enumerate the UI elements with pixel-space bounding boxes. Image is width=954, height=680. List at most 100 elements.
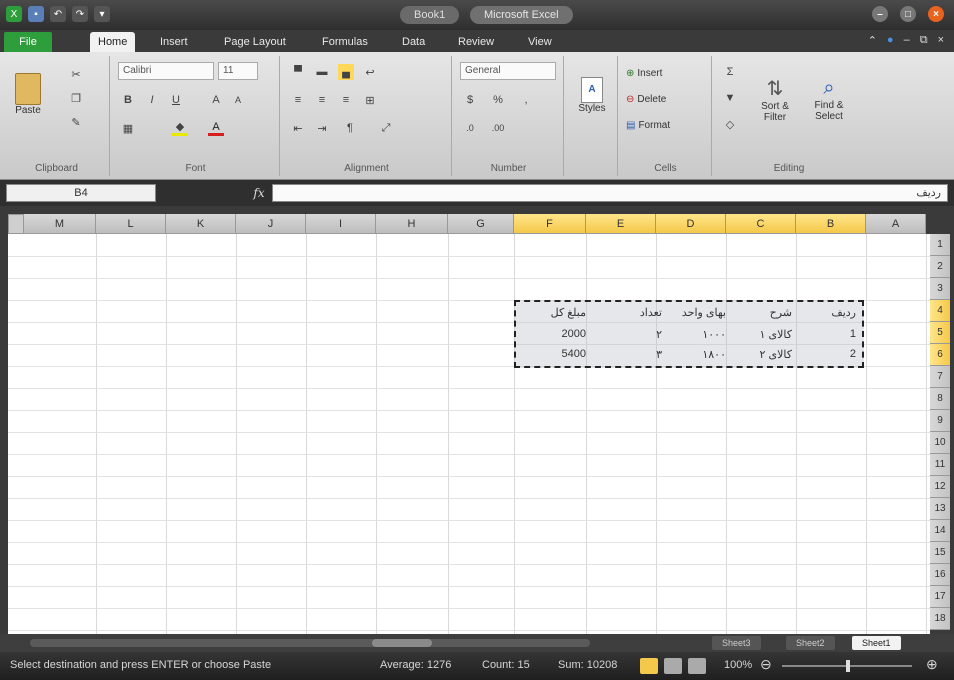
column-header-l[interactable]: L bbox=[96, 214, 166, 234]
column-header-m[interactable]: M bbox=[24, 214, 96, 234]
tab-insert[interactable]: Insert bbox=[152, 32, 196, 52]
copy-icon[interactable]: ❐ bbox=[68, 90, 84, 106]
tab-data[interactable]: Data bbox=[394, 32, 433, 52]
cut-icon[interactable]: ✂ bbox=[68, 66, 84, 82]
redo-icon[interactable]: ↷ bbox=[72, 6, 88, 22]
row-header-5[interactable]: 5 bbox=[930, 322, 950, 344]
format-button[interactable]: ▤ Format bbox=[626, 116, 670, 134]
cell-row1-total[interactable]: 2000 bbox=[562, 328, 586, 340]
row-header-9[interactable]: 9 bbox=[930, 410, 950, 432]
align-center-icon[interactable]: ≡ bbox=[314, 92, 330, 108]
percent-icon[interactable]: % bbox=[490, 92, 506, 108]
font-name-select[interactable]: Calibri bbox=[118, 62, 214, 80]
customize-qat-icon[interactable]: ▾ bbox=[94, 6, 110, 22]
tab-page-layout[interactable]: Page Layout bbox=[216, 32, 294, 52]
cell-row2-quantity[interactable]: ۳ bbox=[656, 348, 662, 361]
cell-row1-no[interactable]: 1 bbox=[850, 328, 856, 340]
italic-icon[interactable]: I bbox=[144, 92, 160, 108]
row-header-15[interactable]: 15 bbox=[930, 542, 950, 564]
select-all-corner[interactable] bbox=[8, 214, 24, 234]
tab-review[interactable]: Review bbox=[450, 32, 502, 52]
cell-row2-description[interactable]: کالای ۲ bbox=[760, 348, 792, 361]
cell-row2-no[interactable]: 2 bbox=[850, 348, 856, 360]
row-header-13[interactable]: 13 bbox=[930, 498, 950, 520]
worksheet-grid[interactable] bbox=[8, 234, 930, 634]
cell-row2-total[interactable]: 5400 bbox=[562, 348, 586, 360]
header-quantity[interactable]: تعداد bbox=[640, 306, 662, 319]
minimize-icon[interactable]: – bbox=[872, 6, 888, 22]
decrease-decimal-icon[interactable]: .00 bbox=[490, 120, 506, 136]
tab-home[interactable]: Home bbox=[90, 32, 136, 52]
sheet-tab-sheet3[interactable]: Sheet3 bbox=[712, 636, 761, 650]
row-header-1[interactable]: 1 bbox=[930, 234, 950, 256]
column-header-g[interactable]: G bbox=[448, 214, 514, 234]
insert-function-icon[interactable]: fx bbox=[250, 184, 268, 202]
merge-center-icon[interactable]: ⊞ bbox=[362, 92, 378, 108]
autosum-icon[interactable]: Σ bbox=[722, 64, 738, 80]
font-size-select[interactable]: 11 bbox=[218, 62, 258, 80]
header-description[interactable]: شرح bbox=[770, 306, 792, 319]
row-header-8[interactable]: 8 bbox=[930, 388, 950, 410]
sheet-tab-sheet2[interactable]: Sheet2 bbox=[786, 636, 835, 650]
sort-filter-button[interactable]: ⇅ Sort & Filter bbox=[752, 64, 798, 134]
cell-row1-description[interactable]: کالای ۱ bbox=[760, 328, 792, 341]
underline-icon[interactable]: U bbox=[168, 92, 184, 108]
normal-view-icon[interactable] bbox=[640, 658, 658, 674]
align-top-icon[interactable]: ▀ bbox=[290, 64, 306, 80]
column-header-c[interactable]: C bbox=[726, 214, 796, 234]
maximize-icon[interactable]: □ bbox=[900, 6, 916, 22]
row-header-11[interactable]: 11 bbox=[930, 454, 950, 476]
number-format-select[interactable]: General bbox=[460, 62, 556, 80]
column-header-h[interactable]: H bbox=[376, 214, 448, 234]
fill-color-icon[interactable]: ◆ bbox=[172, 120, 188, 136]
decrease-indent-icon[interactable]: ⇤ bbox=[290, 120, 306, 136]
wrap-text-icon[interactable]: ↩ bbox=[362, 64, 378, 80]
row-header-7[interactable]: 7 bbox=[930, 366, 950, 388]
header-total[interactable]: مبلغ کل bbox=[551, 306, 586, 319]
restore-icon[interactable]: ⧉ bbox=[920, 34, 928, 47]
copy-range-marquee[interactable]: ردیف شرح بهای واحد تعداد مبلغ کل 1 کالای… bbox=[514, 300, 864, 368]
shrink-font-icon[interactable]: A bbox=[230, 92, 246, 108]
column-header-f[interactable]: F bbox=[514, 214, 586, 234]
insert-button[interactable]: ⊕ Insert bbox=[626, 64, 662, 82]
row-header-10[interactable]: 10 bbox=[930, 432, 950, 454]
zoom-slider-thumb[interactable] bbox=[846, 660, 850, 672]
cell-row2-unit-price[interactable]: ۱۸۰۰ bbox=[702, 348, 726, 361]
sheet-tab-sheet1[interactable]: Sheet1 bbox=[852, 636, 901, 650]
row-header-6[interactable]: 6 bbox=[930, 344, 950, 366]
right-to-left-icon[interactable]: ¶ bbox=[342, 120, 358, 136]
row-header-12[interactable]: 12 bbox=[930, 476, 950, 498]
find-select-button[interactable]: ⌕ Find & Select bbox=[806, 64, 852, 134]
clear-icon[interactable]: ◇ bbox=[722, 116, 738, 132]
name-box[interactable]: B4 bbox=[6, 184, 156, 202]
styles-button[interactable]: A Styles bbox=[576, 70, 608, 120]
row-header-14[interactable]: 14 bbox=[930, 520, 950, 542]
zoom-out-icon[interactable]: ⊖ bbox=[760, 656, 772, 673]
increase-decimal-icon[interactable]: .0 bbox=[462, 120, 478, 136]
orientation-icon[interactable]: ⤢ bbox=[378, 120, 394, 136]
increase-indent-icon[interactable]: ⇥ bbox=[314, 120, 330, 136]
formula-input[interactable]: ردیف bbox=[272, 184, 948, 202]
cell-row1-unit-price[interactable]: ۱۰۰۰ bbox=[702, 328, 726, 341]
row-header-3[interactable]: 3 bbox=[930, 278, 950, 300]
close-workbook-icon[interactable]: × bbox=[938, 34, 944, 47]
format-painter-icon[interactable]: ✎ bbox=[68, 114, 84, 130]
font-color-icon[interactable]: A bbox=[208, 120, 224, 136]
column-header-d[interactable]: D bbox=[656, 214, 726, 234]
currency-icon[interactable]: $ bbox=[462, 92, 478, 108]
page-break-view-icon[interactable] bbox=[688, 658, 706, 674]
grow-font-icon[interactable]: A bbox=[208, 92, 224, 108]
save-icon[interactable]: ▪ bbox=[28, 6, 44, 22]
align-bottom-icon[interactable]: ▄ bbox=[338, 64, 354, 80]
delete-button[interactable]: ⊖ Delete bbox=[626, 90, 666, 108]
tab-formulas[interactable]: Formulas bbox=[314, 32, 376, 52]
row-header-4[interactable]: 4 bbox=[930, 300, 950, 322]
column-header-j[interactable]: J bbox=[236, 214, 306, 234]
undo-icon[interactable]: ↶ bbox=[50, 6, 66, 22]
align-right-icon[interactable]: ≡ bbox=[338, 92, 354, 108]
row-header-17[interactable]: 17 bbox=[930, 586, 950, 608]
tab-file[interactable]: File bbox=[4, 32, 52, 52]
close-icon[interactable]: × bbox=[928, 6, 944, 22]
min-icon[interactable]: – bbox=[904, 34, 910, 47]
borders-icon[interactable]: ▦ bbox=[120, 120, 136, 136]
